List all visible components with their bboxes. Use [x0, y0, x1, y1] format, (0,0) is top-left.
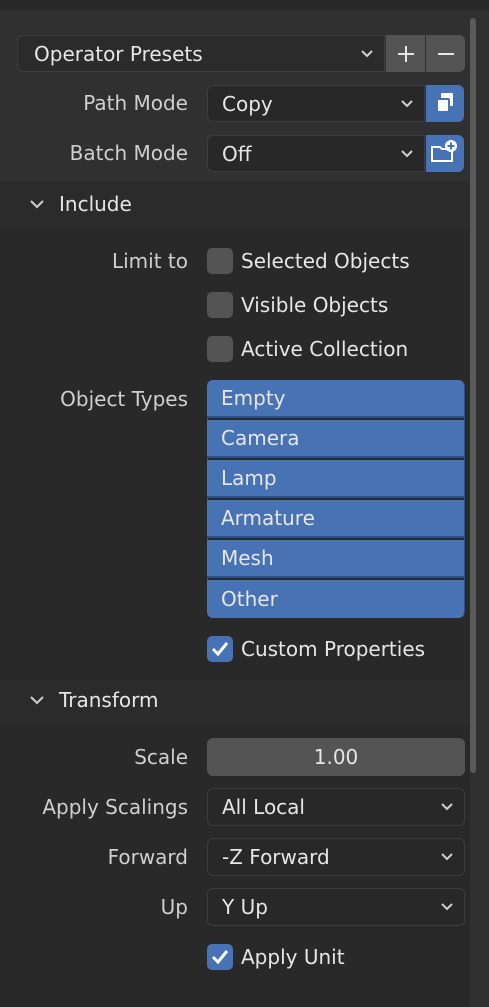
selected-objects-label: Selected Objects: [241, 249, 410, 273]
include-section-title: Include: [59, 192, 132, 216]
path-mode-dropdown[interactable]: Copy: [207, 85, 425, 122]
object-type-label: Lamp: [221, 466, 277, 490]
apply-unit-label: Apply Unit: [241, 945, 345, 969]
apply-scalings-value: All Local: [222, 795, 305, 819]
object-types-label: Object Types: [60, 387, 188, 411]
apply-scalings-label: Apply Scalings: [42, 795, 188, 819]
minus-icon: [438, 53, 454, 55]
object-type-label: Camera: [221, 426, 300, 450]
forward-dropdown[interactable]: -Z Forward: [207, 838, 465, 876]
apply-scalings-dropdown[interactable]: All Local: [207, 788, 465, 826]
transform-section-title: Transform: [59, 688, 159, 712]
checkbox-box[interactable]: [207, 248, 233, 274]
object-type-label: Empty: [221, 386, 286, 410]
chevron-down-icon: [361, 49, 373, 57]
checkmark-icon: [211, 642, 229, 657]
path-mode-label: Path Mode: [83, 91, 188, 115]
transform-section-header[interactable]: Transform: [0, 680, 470, 726]
object-type-lamp[interactable]: Lamp: [207, 460, 464, 498]
batch-mode-value: Off: [222, 141, 252, 166]
object-type-label: Other: [221, 587, 278, 611]
batch-mode-dropdown[interactable]: Off: [207, 135, 425, 172]
checkbox-box[interactable]: [207, 292, 233, 318]
active-collection-label: Active Collection: [241, 337, 409, 361]
checkbox-box[interactable]: [207, 636, 233, 662]
object-type-camera[interactable]: Camera: [207, 420, 464, 458]
up-dropdown[interactable]: Y Up: [207, 888, 465, 926]
remove-preset-button[interactable]: [426, 35, 465, 72]
object-type-mesh[interactable]: Mesh: [207, 540, 464, 578]
add-preset-button[interactable]: [386, 35, 425, 72]
new-folder-icon: [431, 140, 457, 162]
chevron-down-icon: [401, 99, 413, 107]
scale-field[interactable]: 1.00: [207, 738, 465, 776]
forward-label: Forward: [107, 845, 188, 869]
operator-presets-dropdown[interactable]: Operator Presets: [17, 35, 385, 72]
custom-properties-checkbox[interactable]: Custom Properties: [207, 636, 457, 664]
scrollbar[interactable]: [470, 18, 476, 773]
up-value: Y Up: [222, 895, 268, 919]
operator-presets-label: Operator Presets: [34, 41, 203, 66]
up-label: Up: [160, 895, 188, 919]
batch-mode-label: Batch Mode: [69, 141, 188, 165]
forward-value: -Z Forward: [222, 845, 330, 869]
chevron-down-icon: [441, 853, 453, 861]
checkbox-box[interactable]: [207, 336, 233, 362]
plus-icon: [398, 46, 414, 62]
apply-unit-checkbox[interactable]: Apply Unit: [207, 944, 457, 972]
custom-properties-label: Custom Properties: [241, 637, 426, 661]
limit-to-label: Limit to: [111, 249, 188, 273]
copy-files-icon: [436, 93, 453, 113]
visible-objects-label: Visible Objects: [241, 293, 389, 317]
visible-objects-checkbox[interactable]: Visible Objects: [207, 292, 457, 320]
object-type-empty[interactable]: Empty: [207, 380, 464, 418]
chevron-down-icon: [441, 903, 453, 911]
active-collection-checkbox[interactable]: Active Collection: [207, 336, 457, 364]
object-type-label: Armature: [221, 506, 315, 530]
selected-objects-checkbox[interactable]: Selected Objects: [207, 248, 457, 276]
object-type-other[interactable]: Other: [207, 580, 464, 618]
scale-label: Scale: [134, 745, 188, 769]
top-edge: [0, 0, 489, 10]
chevron-down-icon: [30, 200, 44, 209]
path-mode-value: Copy: [222, 91, 273, 116]
chevron-down-icon: [30, 696, 44, 705]
chevron-down-icon: [441, 803, 453, 811]
include-section-header[interactable]: Include: [0, 182, 470, 230]
object-type-armature[interactable]: Armature: [207, 500, 464, 538]
object-type-label: Mesh: [221, 546, 274, 570]
checkmark-icon: [211, 950, 229, 965]
checkbox-box[interactable]: [207, 944, 233, 970]
path-mode-toggle-button[interactable]: [426, 85, 464, 122]
scale-value: 1.00: [313, 745, 359, 769]
batch-mode-folder-button[interactable]: [426, 135, 464, 172]
chevron-down-icon: [401, 149, 413, 157]
